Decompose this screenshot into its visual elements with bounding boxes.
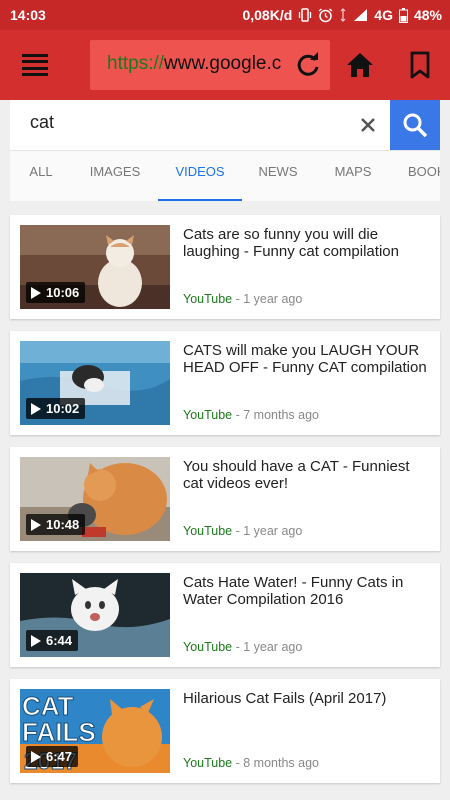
video-duration: 10:06 bbox=[26, 282, 86, 303]
video-thumbnail[interactable]: 10:02 bbox=[20, 341, 170, 425]
menu-button[interactable] bbox=[22, 54, 48, 76]
reload-icon[interactable] bbox=[294, 51, 322, 79]
video-thumbnail[interactable]: 6:44 bbox=[20, 573, 170, 657]
search-icon bbox=[403, 113, 428, 138]
video-title[interactable]: Cats Hate Water! - Funny Cats in Water C… bbox=[183, 574, 428, 608]
video-duration: 10:48 bbox=[26, 514, 86, 535]
search-bar bbox=[10, 100, 440, 150]
alarm-icon bbox=[318, 7, 333, 22]
video-source: YouTube bbox=[183, 756, 233, 770]
video-age: - 1 year ago bbox=[232, 292, 303, 306]
url-text: https://www.google.c bbox=[107, 53, 287, 75]
video-thumbnail[interactable]: CAT FAILS 2017 6:47 bbox=[20, 689, 170, 773]
video-title[interactable]: You should have a CAT - Funniest cat vid… bbox=[183, 458, 428, 492]
video-meta: YouTube - 7 months ago bbox=[183, 408, 319, 422]
battery-level: 48% bbox=[413, 7, 442, 23]
tab-images[interactable]: IMAGES bbox=[72, 151, 158, 201]
network-type: 4G bbox=[374, 7, 393, 23]
video-duration: 6:44 bbox=[26, 630, 79, 651]
video-thumbnail[interactable]: 10:48 bbox=[20, 457, 170, 541]
video-meta: YouTube - 1 year ago bbox=[183, 640, 302, 654]
network-speed: 0,08K/d bbox=[242, 7, 293, 23]
clear-icon[interactable] bbox=[356, 113, 380, 137]
tab-news[interactable]: NEWS bbox=[242, 151, 314, 201]
signal-icon bbox=[340, 8, 346, 22]
menu-icon bbox=[22, 54, 48, 57]
play-icon bbox=[31, 518, 41, 531]
home-icon[interactable] bbox=[345, 50, 375, 80]
cell-signal-icon bbox=[354, 9, 368, 21]
video-meta: YouTube - 8 months ago bbox=[183, 756, 319, 770]
video-age: - 1 year ago bbox=[232, 640, 303, 654]
status-icons: 0,08K/d 4G 48% bbox=[242, 7, 442, 23]
video-source: YouTube bbox=[183, 640, 233, 654]
status-time: 14:03 bbox=[10, 7, 46, 23]
bookmark-icon[interactable] bbox=[407, 51, 433, 79]
video-title[interactable]: Cats are so funny you will die laughing … bbox=[183, 226, 428, 260]
play-icon bbox=[31, 402, 41, 415]
video-result[interactable]: CAT FAILS 2017 6:47 Hilarious Cat Fails … bbox=[10, 679, 440, 783]
tab-videos[interactable]: VIDEOS bbox=[158, 151, 242, 201]
video-result[interactable]: 10:02 CATS will make you LAUGH YOUR HEAD… bbox=[10, 331, 440, 435]
search-tabs: ALL IMAGES VIDEOS NEWS MAPS BOOK bbox=[10, 150, 440, 201]
video-meta: YouTube - 1 year ago bbox=[183, 292, 302, 306]
play-icon bbox=[31, 286, 41, 299]
video-result[interactable]: 10:06 Cats are so funny you will die lau… bbox=[10, 215, 440, 319]
search-input[interactable] bbox=[30, 112, 330, 133]
video-age: - 1 year ago bbox=[232, 524, 303, 538]
video-title[interactable]: Hilarious Cat Fails (April 2017) bbox=[183, 690, 428, 707]
video-duration: 6:47 bbox=[26, 746, 79, 767]
tab-maps[interactable]: MAPS bbox=[314, 151, 392, 201]
video-meta: YouTube - 1 year ago bbox=[183, 524, 302, 538]
status-bar: 14:03 0,08K/d 4G 48% bbox=[0, 0, 450, 30]
video-title[interactable]: CATS will make you LAUGH YOUR HEAD OFF -… bbox=[183, 342, 428, 376]
video-source: YouTube bbox=[183, 292, 233, 306]
thumb-text-fails: FAILS bbox=[22, 717, 96, 747]
url-host: www.google.c bbox=[164, 53, 282, 74]
video-result[interactable]: 6:44 Cats Hate Water! - Funny Cats in Wa… bbox=[10, 563, 440, 667]
url-scheme: https:// bbox=[107, 53, 165, 74]
video-age: - 7 months ago bbox=[232, 408, 319, 422]
tab-books[interactable]: BOOK bbox=[392, 151, 440, 201]
vibrate-icon bbox=[299, 8, 312, 22]
battery-icon bbox=[398, 7, 408, 23]
url-bar[interactable]: https://www.google.c bbox=[90, 40, 330, 90]
browser-toolbar: https://www.google.c bbox=[0, 30, 450, 100]
video-result[interactable]: 10:48 You should have a CAT - Funniest c… bbox=[10, 447, 440, 551]
video-thumbnail[interactable]: 10:06 bbox=[20, 225, 170, 309]
play-icon bbox=[31, 634, 41, 647]
play-icon bbox=[31, 750, 41, 763]
search-button[interactable] bbox=[390, 100, 440, 150]
video-source: YouTube bbox=[183, 408, 233, 422]
tab-all[interactable]: ALL bbox=[10, 151, 72, 201]
video-age: - 8 months ago bbox=[232, 756, 319, 770]
video-duration: 10:02 bbox=[26, 398, 86, 419]
video-source: YouTube bbox=[183, 524, 233, 538]
